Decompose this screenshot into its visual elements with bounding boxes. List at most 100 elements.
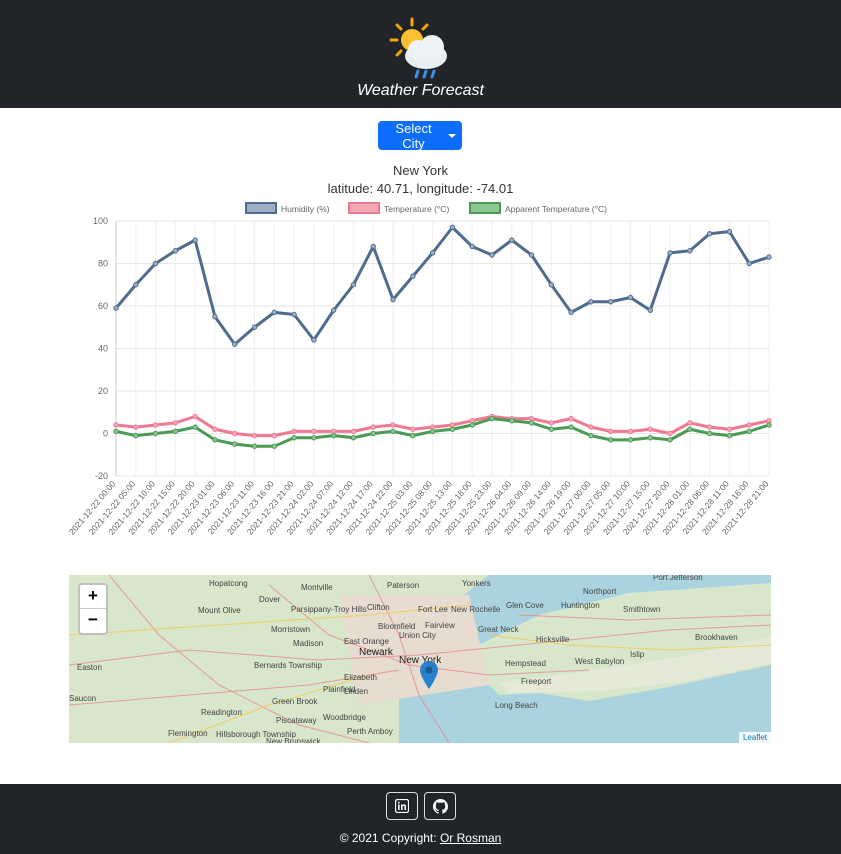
data-point (192, 424, 198, 430)
data-point (746, 422, 752, 428)
map-place-label: Newark (359, 647, 393, 658)
data-point (370, 430, 376, 437)
data-point (311, 337, 317, 343)
data-point (548, 282, 555, 288)
data-point (588, 299, 594, 305)
city-name: New York (393, 163, 448, 178)
data-point (726, 228, 733, 235)
y-tick-label: 20 (98, 386, 108, 396)
data-point (746, 428, 752, 435)
data-point (113, 305, 119, 311)
zoom-in-button[interactable]: + (80, 585, 106, 609)
map-place-label: Paterson (387, 581, 420, 590)
map-place-label: Northport (583, 587, 617, 596)
zoom-control: + − (78, 583, 108, 635)
map-place-label: Elizabeth (344, 673, 377, 682)
data-point (212, 437, 218, 443)
map-place-label: Linden (344, 687, 369, 696)
data-point (706, 424, 713, 430)
data-point (291, 428, 297, 435)
map-place-label: Bernards Township (254, 661, 322, 670)
map-place-label: Bloomfield (378, 622, 416, 631)
data-point (489, 415, 495, 422)
data-point (251, 432, 258, 439)
data-point (133, 432, 139, 439)
legend-swatch (469, 202, 501, 214)
data-point (271, 309, 278, 316)
location-map[interactable]: + − Hopatcong Montville Paterson Yonkers Por… (69, 575, 771, 743)
data-point (251, 324, 258, 330)
select-city-dropdown[interactable]: Select City (378, 121, 462, 151)
data-point (607, 428, 614, 435)
map-place-label: Glen Cove (506, 601, 544, 610)
data-point (330, 432, 337, 439)
map-place-label: Hicksville (536, 635, 570, 644)
data-point (588, 424, 594, 430)
data-point (192, 237, 198, 243)
map-attribution-link[interactable]: Leaflet (738, 732, 771, 743)
map-place-label: Saucon (69, 694, 97, 703)
legend-label: Humidity (%) (281, 204, 330, 214)
author-link[interactable]: Or Rosman (440, 831, 501, 845)
data-point (766, 418, 772, 424)
data-point (370, 243, 376, 250)
data-point (311, 435, 317, 441)
data-point (766, 422, 772, 428)
linkedin-button[interactable] (386, 792, 418, 820)
data-point (548, 426, 555, 432)
data-point (528, 252, 535, 258)
data-point (152, 430, 159, 437)
data-point (509, 237, 515, 243)
data-point (469, 422, 475, 428)
data-point (607, 437, 614, 443)
y-tick-label: 80 (98, 259, 108, 269)
data-point (766, 254, 772, 260)
map-place-label: Piscataway (276, 716, 317, 725)
header-bar: Weather Forecast (0, 0, 841, 108)
data-point (172, 248, 179, 254)
data-point (509, 418, 515, 424)
copyright-prefix: © 2021 Copyright: (339, 831, 440, 845)
data-point (449, 422, 456, 428)
data-point (350, 435, 357, 441)
data-point (746, 260, 752, 267)
github-button[interactable] (424, 792, 456, 820)
map-place-label: Easton (77, 663, 102, 672)
data-point (330, 428, 337, 435)
zoom-out-button[interactable]: − (80, 609, 106, 632)
map-place-label: Great Neck (478, 625, 519, 634)
data-point (627, 294, 634, 301)
map-place-label: Perth Amboy (347, 727, 393, 736)
data-point (667, 430, 673, 437)
legend-label: Apparent Temperature (°C) (505, 204, 607, 214)
data-point (687, 420, 693, 426)
data-point (607, 299, 614, 305)
map-place-label: Woodbridge (323, 713, 366, 722)
data-point (667, 437, 673, 443)
y-tick-label: 0 (103, 429, 108, 439)
data-point (687, 248, 693, 254)
data-point (489, 252, 495, 258)
legend-label: Temperature (°C) (384, 204, 449, 214)
data-point (568, 309, 574, 316)
map-place-label: Huntington (561, 601, 600, 610)
data-point (706, 231, 713, 237)
map-place-label: Smithtown (623, 605, 661, 614)
weather-chart: Humidity (%) Temperature (°C) Apparent Tem… (67, 202, 772, 537)
data-point (370, 424, 376, 430)
map-marker-icon[interactable] (420, 661, 438, 689)
data-point (469, 418, 475, 424)
data-point (291, 435, 297, 441)
data-point (152, 260, 159, 267)
y-tick-label: 100 (93, 216, 108, 226)
map-place-label: New Rochelle (451, 605, 501, 614)
data-point (390, 422, 396, 428)
map-place-label: Port Jefferson (653, 575, 703, 582)
data-point (528, 415, 535, 422)
data-point (687, 426, 693, 432)
data-point (212, 426, 218, 432)
city-coordinates: latitude: 40.71, longitude: -74.01 (327, 181, 514, 196)
legend-swatch (348, 202, 380, 214)
data-point (647, 307, 653, 313)
data-point (449, 224, 456, 231)
